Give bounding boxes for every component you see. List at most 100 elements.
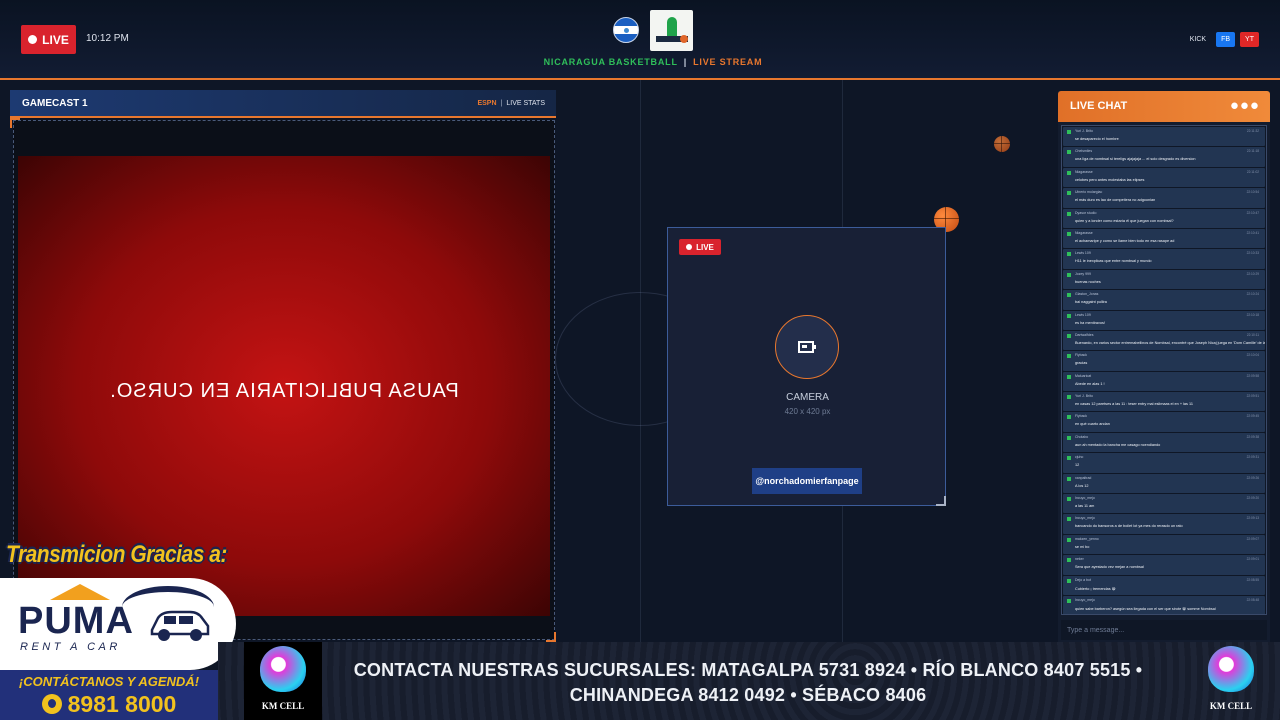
chat-header: LIVE CHAT ●●● <box>1058 91 1270 122</box>
user-badge-icon <box>1067 415 1071 420</box>
camera-box: LIVE CAMERA 420 x 420 px @norchadomierfa… <box>667 227 946 506</box>
gamecast-header: GAMECAST 1 ESPN | LIVE STATS <box>10 90 556 118</box>
chat-message: Flyback 22:09:45 en qué cuarto andan <box>1063 412 1265 432</box>
basketball-icon <box>994 136 1010 152</box>
live-label: LIVE <box>42 32 69 47</box>
chat-message: Chelsmiles 22:11:18 una liga de nombsal si… <box>1063 147 1265 167</box>
chat-username[interactable]: Niagarasse <box>1075 170 1093 174</box>
chat-username[interactable]: cjuho <box>1075 455 1083 459</box>
chat-text: aun ah mentado la bancha me casago ncend… <box>1075 442 1161 447</box>
user-badge-icon <box>1067 293 1071 298</box>
chat-timestamp: 22:10:54 <box>1246 190 1259 195</box>
chat-message: cjuho 22:09:31 12 <box>1063 453 1265 473</box>
brand-line: NICARAGUA BASKETBALL | LIVE STREAM <box>540 57 766 67</box>
user-badge-icon <box>1067 558 1071 563</box>
chat-message: Lewis 109 22:10:33 H11 le inexplicas que e… <box>1063 249 1265 269</box>
chat-username[interactable]: Glaston_Jonas <box>1075 292 1098 296</box>
user-badge-icon <box>1067 435 1071 440</box>
chat-timestamp: 22:08:55 <box>1246 577 1259 582</box>
chat-text: Sera que ayestado vez mejan a nombsal <box>1075 565 1144 570</box>
chat-timestamp: 22:09:13 <box>1246 516 1259 521</box>
chat-message: Maluaricat 22:09:58 Abede en alas 1 ! <box>1063 371 1265 392</box>
user-badge-icon <box>1067 272 1071 277</box>
youtube-link[interactable]: YT <box>1240 32 1259 47</box>
km-cell-logo: KM CELL <box>1192 642 1270 720</box>
chat-message: Yuri J. Brito 22:09:51 en casas 12 paretse… <box>1063 392 1265 412</box>
chat-title: LIVE CHAT <box>1070 100 1128 112</box>
user-badge-icon <box>1067 231 1071 236</box>
chat-username[interactable]: Flyback <box>1075 414 1087 418</box>
camera-label: CAMERA <box>786 392 829 403</box>
user-badge-icon <box>1067 578 1071 583</box>
chat-username[interactable]: Flyback <box>1075 353 1087 357</box>
chat-username[interactable]: Incuyo_mejo <box>1075 516 1095 520</box>
logo-ball-icon <box>680 35 688 43</box>
top-bar: LIVE 10:12 PM NICARAGUA BASKETBALL | LIVE … <box>0 0 1280 80</box>
chat-username[interactable]: Jozey 999 <box>1075 272 1091 276</box>
facebook-link[interactable]: FB <box>1216 32 1236 47</box>
km-logo-text: KM CELL <box>1209 701 1253 711</box>
chat-timestamp: 22:10:04 <box>1246 353 1259 358</box>
fanpage-handle[interactable]: @norchadomierfanpage <box>752 468 862 494</box>
chat-message: Chotabo 22:09:38 aun ah mentado la bancha … <box>1063 432 1265 453</box>
chat-text: 12 <box>1075 463 1080 468</box>
user-badge-icon <box>1067 130 1071 134</box>
user-badge-icon <box>1067 456 1071 461</box>
chat-message: Jozey 999 22:10:29 buenas noches <box>1063 269 1265 290</box>
chat-text: Buenardo, en varios sector entremabellin… <box>1075 340 1265 345</box>
chat-message: Niagarasse 22:10:41 el achamaripe y como s… <box>1063 228 1265 249</box>
chat-username[interactable]: Yuri J. Brito <box>1075 394 1093 398</box>
camera-live-label: LIVE <box>696 242 714 252</box>
more-options-icon[interactable]: ●●● <box>1230 98 1260 113</box>
chat-username[interactable]: neker <box>1075 557 1084 561</box>
chat-message: Incuyo_mejo 22:09:13 bancando do bansoros … <box>1063 514 1265 534</box>
chat-timestamp: 22:09:01 <box>1246 557 1259 562</box>
brand-left: NICARAGUA BASKETBALL <box>543 57 678 67</box>
km-heart-icon <box>1208 646 1254 692</box>
camera-glyph <box>798 341 816 353</box>
chat-username[interactable]: makzen_yenno <box>1075 537 1099 541</box>
camera-size: 420 x 420 px <box>784 407 831 416</box>
gamecast-title: GAMECAST 1 <box>22 98 88 109</box>
chat-username[interactable]: Dartwalfdes <box>1075 333 1093 337</box>
user-badge-icon <box>1067 333 1071 338</box>
chat-username[interactable]: Uinerio molargiac <box>1075 190 1102 194</box>
chat-username[interactable]: xanpaltrad <box>1075 476 1091 480</box>
chat-username[interactable]: Niagarasse <box>1075 231 1093 235</box>
chat-username[interactable]: Lewis 109 <box>1075 313 1091 317</box>
user-badge-icon <box>1067 191 1071 196</box>
chat-username[interactable]: Incuyo_mejo <box>1075 598 1095 602</box>
kick-link[interactable]: KICK <box>1185 32 1211 47</box>
chat-text: se desaparecio el hombre <box>1075 137 1119 141</box>
chat-text: en qué cuarto andan <box>1075 422 1110 427</box>
km-heart-icon <box>260 646 306 692</box>
sponsor-contact: ¡CONTÁCTANOS Y AGENDÁ! 8981 8000 <box>0 670 218 720</box>
chat-username[interactable]: Lewis 109 <box>1075 251 1091 255</box>
user-badge-icon <box>1067 374 1071 379</box>
chat-username[interactable]: Chelsmiles <box>1075 149 1092 153</box>
chat-username[interactable]: Chotabo <box>1075 435 1088 439</box>
brand-right: LIVE STREAM <box>693 57 763 67</box>
chat-message-input[interactable] <box>1061 620 1267 640</box>
chat-username[interactable]: Yuri J. Brito <box>1075 129 1093 133</box>
user-badge-icon <box>1067 497 1071 502</box>
chat-username[interactable]: Maluaricat <box>1075 374 1091 378</box>
km-logo-text: KM CELL <box>261 701 305 711</box>
chat-username[interactable]: Dyasor studio <box>1075 211 1096 215</box>
chat-message-list[interactable]: Yuri J. Brito 22:11:32 se desaparecio el h… <box>1061 125 1267 615</box>
chat-message: Glaston_Jonas 22:10:24 bai naggaint pullir… <box>1063 290 1265 310</box>
chat-text: una liga de nombsal si tereligs ajajajaj… <box>1075 157 1196 162</box>
chat-username[interactable]: Incuyo_mejo <box>1075 496 1095 500</box>
chat-timestamp: 22:09:31 <box>1246 455 1259 460</box>
chat-text: H11 le inexplicas que entre nombsal y mu… <box>1075 259 1152 264</box>
user-badge-icon <box>1067 395 1071 400</box>
chat-username[interactable]: Dejo a bot <box>1075 578 1091 582</box>
chat-timestamp: 22:10:41 <box>1246 230 1259 235</box>
frame-corner <box>546 632 556 642</box>
user-badge-icon <box>1067 598 1071 603</box>
user-badge-icon <box>1067 211 1071 216</box>
chat-timestamp: 22:10:33 <box>1246 251 1259 256</box>
ticker-line-2: CHINANDEGA 8412 0492 • SÉBACO 8406 <box>569 685 927 705</box>
chat-message: Incuyo_mejo 22:08:48 quien sabe barberon? … <box>1063 595 1265 614</box>
live-stats-link[interactable]: LIVE STATS <box>506 100 545 107</box>
